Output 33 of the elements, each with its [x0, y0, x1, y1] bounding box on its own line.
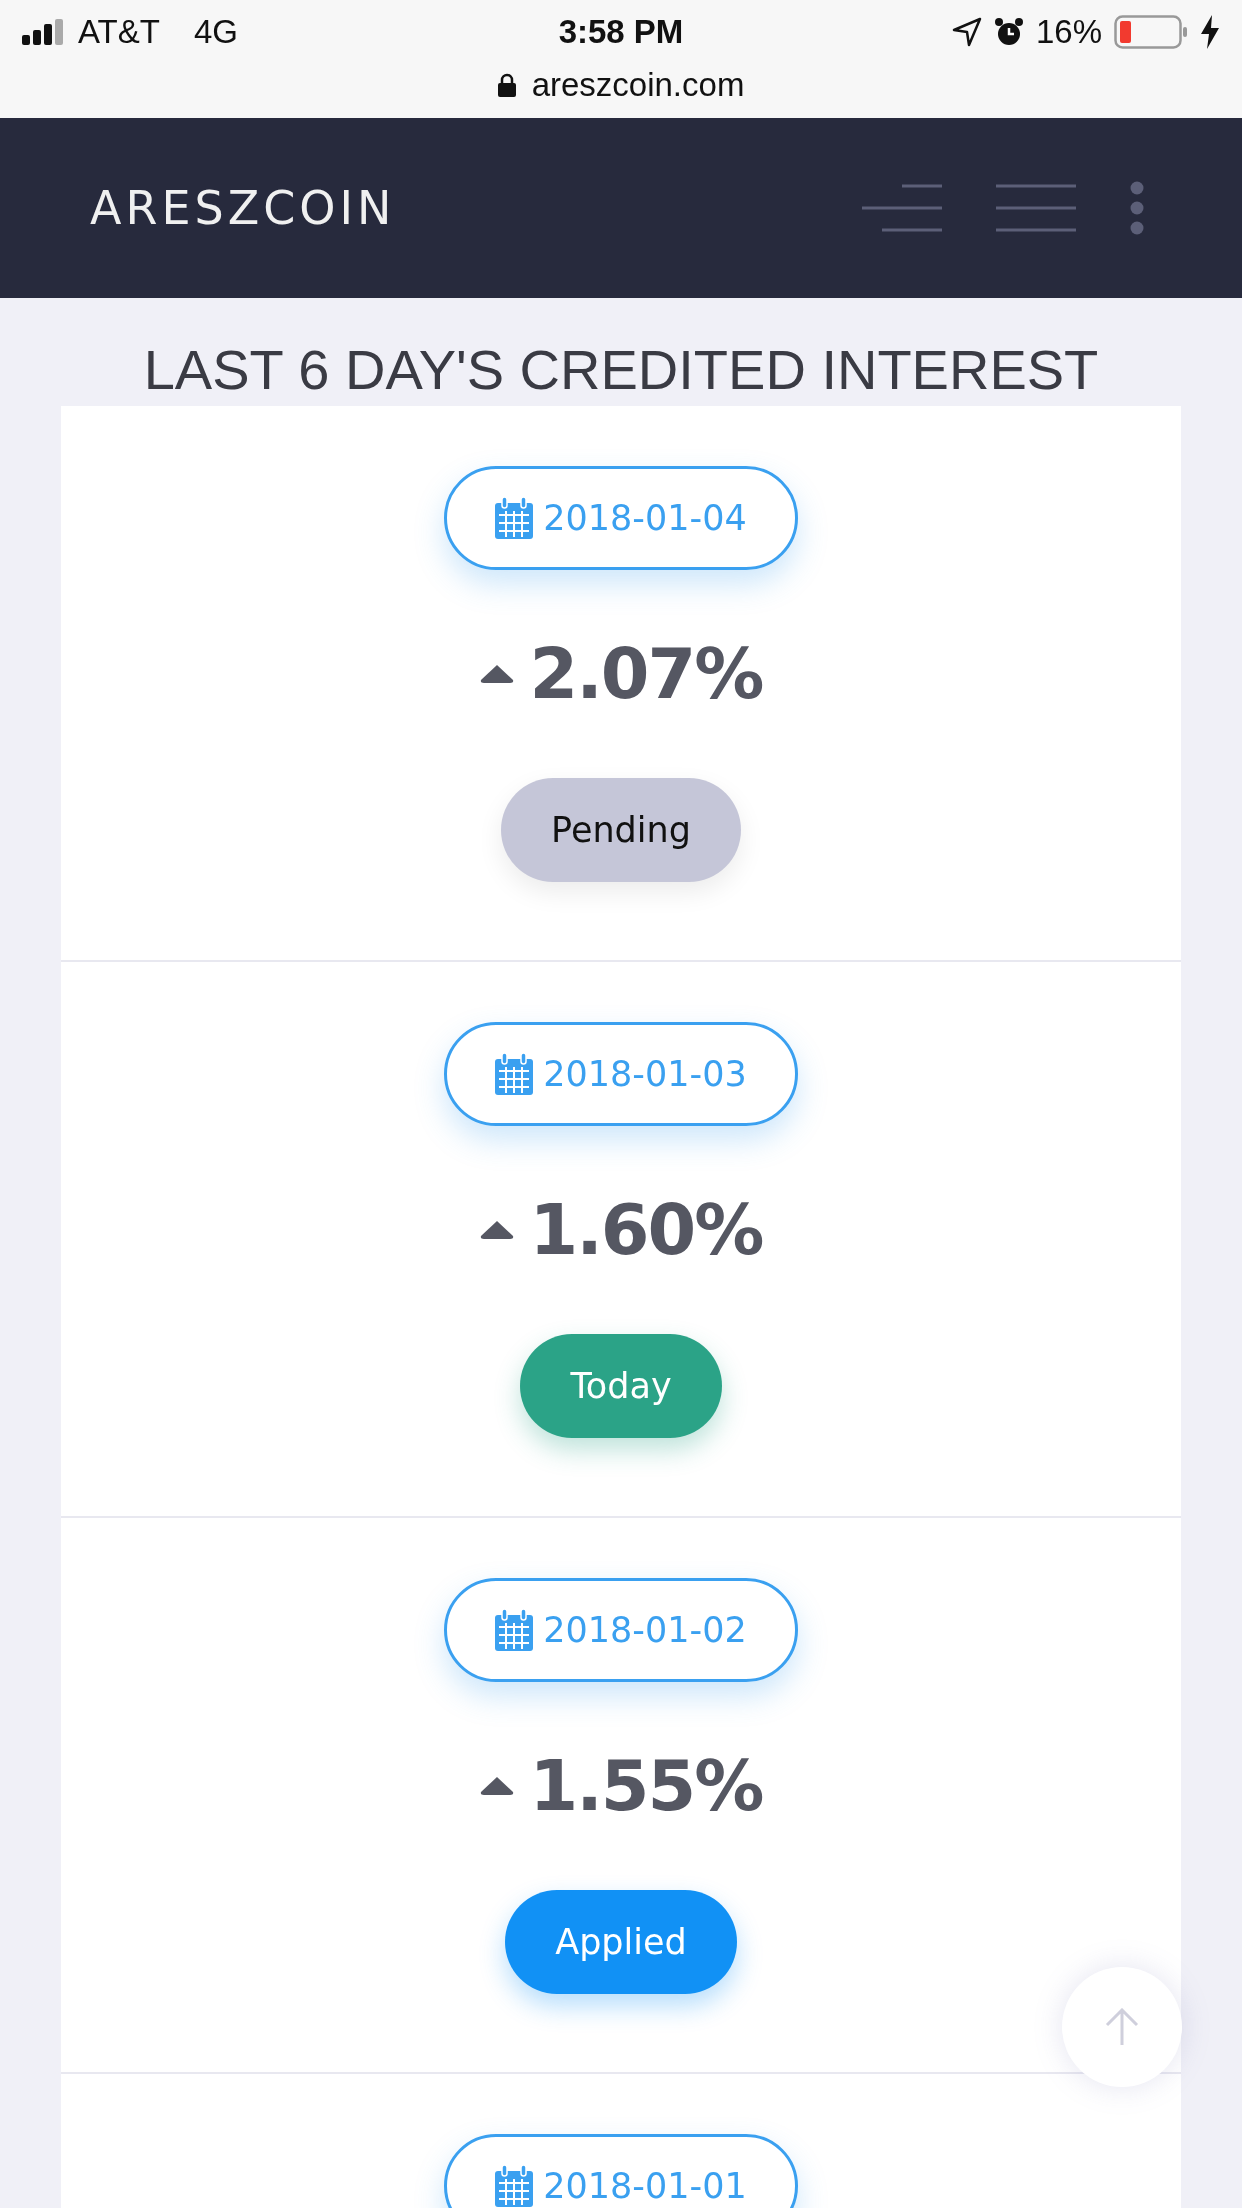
date-text: 2018-01-02 — [543, 1610, 747, 1650]
url-text[interactable]: areszcoin.com — [531, 66, 745, 104]
date-text: 2018-01-01 — [543, 2166, 747, 2206]
alarm-clock-icon — [993, 17, 1024, 47]
date-text: 2018-01-03 — [543, 1054, 747, 1094]
interest-rate: 2.07% — [529, 633, 763, 715]
charging-bolt-icon — [1200, 15, 1220, 49]
status-badge: Pending — [501, 778, 741, 882]
date-text: 2018-01-04 — [543, 498, 747, 538]
network-type: 4G — [193, 13, 238, 51]
status-badge: Applied — [505, 1890, 737, 1994]
calendar-icon — [495, 497, 534, 539]
up-triangle-icon — [479, 1220, 514, 1240]
signal-icon — [22, 19, 66, 45]
calendar-icon — [495, 1053, 534, 1095]
menu-icon[interactable] — [862, 183, 942, 233]
status-badge: Today — [520, 1334, 722, 1438]
up-triangle-icon — [479, 664, 514, 684]
interest-rate: 1.60% — [529, 1189, 763, 1271]
battery-icon — [1114, 15, 1188, 49]
brand-logo[interactable]: ARESZCOIN — [90, 181, 396, 235]
location-arrow-icon — [951, 17, 982, 47]
page-title: LAST 6 DAY'S CREDITED INTEREST — [142, 338, 1100, 402]
clock-time: 3:58 PM — [558, 13, 684, 51]
more-options-icon[interactable] — [1130, 181, 1144, 235]
interest-rate: 1.55% — [529, 1745, 763, 1827]
carrier-name: AT&T — [78, 13, 160, 51]
calendar-icon — [495, 1609, 534, 1651]
menu-icon[interactable] — [996, 183, 1076, 233]
up-triangle-icon — [479, 1776, 514, 1796]
up-arrow-icon — [1105, 2008, 1139, 2046]
battery-percent: 16% — [1035, 13, 1102, 51]
lock-icon — [497, 73, 516, 97]
